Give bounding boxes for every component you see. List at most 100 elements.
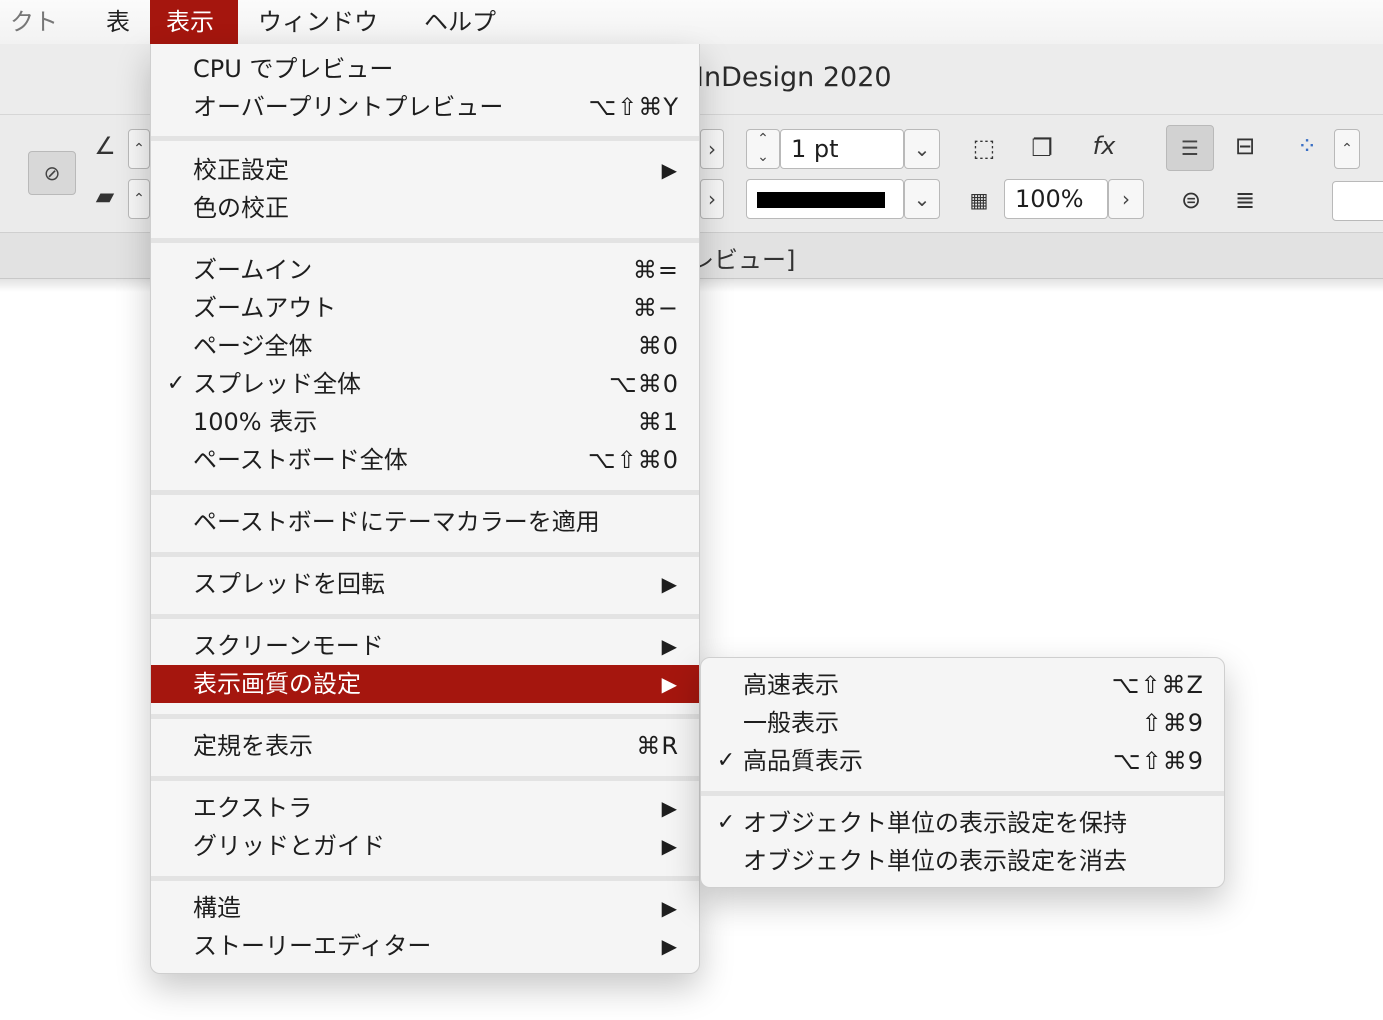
rotate-angle-icon: ∠ <box>94 132 116 160</box>
right-field[interactable] <box>1332 181 1383 221</box>
menu-item-grids-guides[interactable]: グリッドとガイド ▶ <box>151 827 699 865</box>
menu-item-proof-setup[interactable]: 校正設定 ▶ <box>151 151 699 189</box>
menu-item-label: オーバープリントプレビュー <box>193 93 504 121</box>
submenu-item-clear-object-level[interactable]: オブジェクト単位の表示設定を消去 <box>701 842 1224 880</box>
menu-separator <box>151 238 699 243</box>
frame-fitting-icon[interactable]: ⬚ <box>966 133 1002 163</box>
checkmark-icon: ✓ <box>716 810 736 835</box>
menu-item-actual-size[interactable]: 100% 表示 ⌘1 <box>151 403 699 441</box>
menu-item-shortcut: ⌥⇧⌘Y <box>588 93 679 121</box>
menu-item-label: ペーストボード全体 <box>193 446 408 474</box>
wrap-bounding-icon[interactable]: ⊟ <box>1228 131 1262 161</box>
menu-item-label: ペーストボードにテーマカラーを適用 <box>193 508 600 536</box>
stroke-type-field[interactable] <box>746 179 904 219</box>
submenu-arrow-icon: ▶ <box>661 896 677 920</box>
menu-item-shortcut: ⌥⇧⌘9 <box>1112 747 1204 775</box>
opacity-icon: ▦ <box>969 188 989 212</box>
shear-angle-icon: ▰ <box>95 182 115 210</box>
menu-item-zoom-in[interactable]: ズームイン ⌘= <box>151 251 699 289</box>
menu-separator <box>151 552 699 557</box>
menu-item-shortcut: ⌥⇧⌘Z <box>1111 671 1204 699</box>
menu-item-label: 一般表示 <box>743 709 839 737</box>
menu-separator <box>151 490 699 495</box>
display-performance-submenu: 高速表示 ⌥⇧⌘Z 一般表示 ⇧⌘9 ✓ 高品質表示 ⌥⇧⌘9 ✓ オブジェクト… <box>700 657 1225 888</box>
submenu-arrow-icon: ▶ <box>661 572 677 596</box>
menu-item-label: ページ全体 <box>193 332 313 360</box>
menu-object[interactable]: クト <box>0 0 74 44</box>
menu-item-extras[interactable]: エクストラ ▶ <box>151 789 699 827</box>
right-stepper[interactable]: ⌃ <box>1334 129 1360 169</box>
submenu-item-allow-object-level[interactable]: ✓ オブジェクト単位の表示設定を保持 <box>701 804 1224 842</box>
submenu-arrow-icon: ▶ <box>661 934 677 958</box>
submenu-item-typical-display[interactable]: 一般表示 ⇧⌘9 <box>701 704 1224 742</box>
menu-item-label: スプレッドを回転 <box>193 570 385 598</box>
effects-fx-icon[interactable]: fx <box>1084 131 1124 161</box>
menu-item-proof-colors[interactable]: 色の校正 <box>151 189 699 227</box>
menu-item-shortcut: ⇧⌘9 <box>1141 709 1204 737</box>
stroke-type-dropdown[interactable]: ⌄ <box>904 179 940 219</box>
menu-item-label: 100% 表示 <box>193 408 318 436</box>
menu-item-label: スクリーンモード <box>193 632 384 660</box>
menu-item-structure[interactable]: 構造 ▶ <box>151 889 699 927</box>
menu-separator <box>701 791 1224 796</box>
menu-item-overprint-preview[interactable]: オーバープリントプレビュー ⌥⇧⌘Y <box>151 88 699 126</box>
menu-item-entire-pasteboard[interactable]: ペーストボード全体 ⌥⇧⌘0 <box>151 441 699 479</box>
menu-item-shortcut: ⌥⇧⌘0 <box>587 446 679 474</box>
wrap-jump-icon[interactable]: ≣ <box>1228 185 1262 215</box>
shear-stepper[interactable]: ⌃ <box>128 179 150 219</box>
menu-item-show-rulers[interactable]: 定規を表示 ⌘R <box>151 727 699 765</box>
menu-item-fit-page[interactable]: ページ全体 ⌘0 <box>151 327 699 365</box>
menu-separator <box>151 876 699 881</box>
menu-item-label: 色の校正 <box>193 194 289 222</box>
menu-item-pasteboard-theme-color[interactable]: ペーストボードにテーマカラーを適用 <box>151 503 699 541</box>
opacity-next-button[interactable]: › <box>1108 179 1144 219</box>
link-icon: ⊘ <box>43 161 61 185</box>
stroke-type-swatch <box>757 192 885 208</box>
window-title: InDesign 2020 <box>696 62 892 93</box>
wrap-object-shape-icon[interactable]: ⊜ <box>1174 185 1208 215</box>
menu-item-label: 表示画質の設定 <box>193 670 361 698</box>
submenu-item-high-quality-display[interactable]: ✓ 高品質表示 ⌥⇧⌘9 <box>701 742 1224 780</box>
menu-item-fit-spread[interactable]: ✓ スプレッド全体 ⌥⌘0 <box>151 365 699 403</box>
menu-item-label: ストーリーエディター <box>193 932 432 960</box>
menu-item-rotate-spread[interactable]: スプレッドを回転 ▶ <box>151 565 699 603</box>
menu-item-label: 定規を表示 <box>193 732 313 760</box>
menu-item-label: 高速表示 <box>743 671 839 699</box>
menu-item-cpu-preview[interactable]: CPU でプレビュー <box>151 50 699 88</box>
menu-separator <box>151 614 699 619</box>
stroke-weight-dropdown[interactable]: ⌄ <box>904 129 940 169</box>
menu-item-shortcut: ⌘1 <box>637 408 679 436</box>
menu-item-label: エクストラ <box>193 794 313 822</box>
submenu-arrow-icon: ▶ <box>661 634 677 658</box>
text-wrap-none-button[interactable]: ☰ <box>1166 125 1214 171</box>
menu-separator <box>151 136 699 141</box>
menu-help[interactable]: ヘルプ <box>408 0 512 44</box>
menu-item-screen-mode[interactable]: スクリーンモード ▶ <box>151 627 699 665</box>
submenu-arrow-icon: ▶ <box>661 672 677 696</box>
opacity-field[interactable]: 100% <box>1004 179 1108 219</box>
menu-item-shortcut: ⌘0 <box>637 332 679 360</box>
menu-table[interactable]: 表 <box>90 0 146 44</box>
menu-item-label: 構造 <box>193 894 241 922</box>
next-button-2[interactable]: › <box>700 179 724 219</box>
menu-window[interactable]: ウィンドウ <box>242 0 394 44</box>
menu-view[interactable]: 表示 <box>150 0 238 44</box>
stroke-weight-stepper[interactable]: ⌃ ⌄ <box>746 129 780 169</box>
text-wrap-icon: ☰ <box>1181 136 1199 160</box>
stroke-weight-field[interactable]: 1 pt <box>780 129 904 169</box>
menu-separator <box>151 714 699 719</box>
reference-point-icon[interactable]: ⁘ <box>1292 131 1322 161</box>
document-tab-title[interactable]: レビュー] <box>690 240 795 275</box>
menu-item-display-performance[interactable]: 表示画質の設定 ▶ <box>151 665 699 703</box>
next-button-1[interactable]: › <box>700 129 724 169</box>
menu-item-label: ズームイン <box>193 256 313 284</box>
submenu-item-fast-display[interactable]: 高速表示 ⌥⇧⌘Z <box>701 666 1224 704</box>
menu-item-label: オブジェクト単位の表示設定を消去 <box>743 847 1127 875</box>
drop-shadow-icon[interactable]: ❐ <box>1024 133 1060 163</box>
rotate-stepper[interactable]: ⌃ <box>128 129 150 169</box>
menu-item-label: 校正設定 <box>193 156 289 184</box>
menu-item-zoom-out[interactable]: ズームアウト ⌘− <box>151 289 699 327</box>
menu-item-shortcut: ⌥⌘0 <box>609 370 679 398</box>
constrain-link-button[interactable]: ⊘ <box>28 151 76 195</box>
menu-item-story-editor[interactable]: ストーリーエディター ▶ <box>151 927 699 965</box>
